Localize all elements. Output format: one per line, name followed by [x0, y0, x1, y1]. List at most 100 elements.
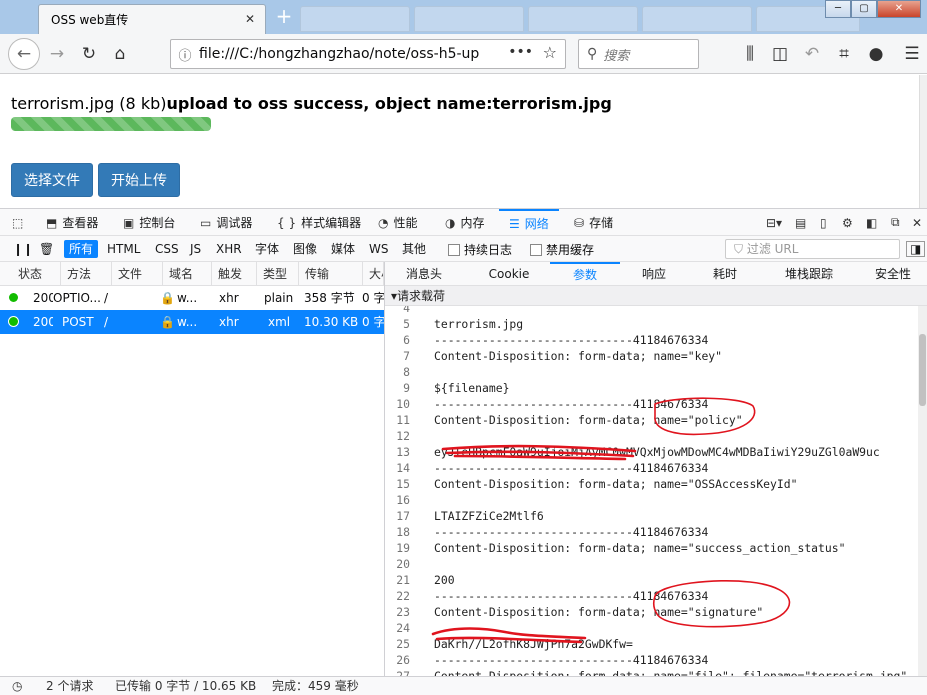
- inspector-icon: ⬒: [46, 215, 58, 230]
- memory-icon: ◑: [445, 215, 456, 230]
- tab-storage[interactable]: ⛁ 存储: [574, 209, 613, 236]
- search-placeholder: 搜索: [603, 48, 630, 64]
- trash-icon[interactable]: 🗑: [34, 240, 59, 258]
- tab-debugger[interactable]: ▭ 调试器: [200, 209, 252, 236]
- close-tab-icon[interactable]: ✕: [245, 12, 255, 26]
- tab-params[interactable]: 参数: [550, 262, 620, 286]
- storage-icon: ⛁: [574, 215, 585, 230]
- status-dot: [9, 293, 18, 302]
- url-filter-input[interactable]: ⛉ 过滤 URL: [725, 239, 900, 259]
- tab-security[interactable]: 安全性: [865, 262, 921, 286]
- responsive-mode-icon[interactable]: ▯: [820, 209, 832, 236]
- column-domain[interactable]: 域名: [163, 262, 212, 286]
- minimize-icon[interactable]: ─: [825, 0, 851, 18]
- disable-cache-checkbox[interactable]: 禁用缓存: [530, 241, 594, 258]
- forward-icon[interactable]: →: [43, 40, 71, 68]
- lock-icon: 🔒: [160, 315, 174, 329]
- page-content: terrorism.jpg (8 kb)upload to oss succes…: [0, 75, 919, 208]
- checkbox-box[interactable]: [530, 243, 542, 256]
- background-tab[interactable]: [528, 6, 638, 32]
- performance-analysis-icon[interactable]: ◷: [12, 677, 22, 695]
- start-upload-button[interactable]: 开始上传: [98, 163, 180, 197]
- close-devtools-icon[interactable]: ✕: [912, 209, 927, 236]
- page-scrollbar[interactable]: [919, 75, 927, 208]
- filter-html[interactable]: HTML: [102, 240, 145, 258]
- filter-other[interactable]: 其他: [397, 240, 431, 258]
- lock-icon: 🔒: [160, 291, 174, 305]
- request-count: 2 个请求: [46, 679, 94, 693]
- split-console-icon[interactable]: ◧: [866, 209, 882, 236]
- active-tab[interactable]: OSS web直传 ✕: [38, 4, 266, 34]
- library-icon[interactable]: ⫼: [736, 40, 764, 68]
- request-row-selected[interactable]: 200 POST / 🔒 w... xhr xml 10.30 KB 0 字: [0, 310, 384, 334]
- gear-icon[interactable]: ⚙: [842, 209, 858, 236]
- file-info: terrorism.jpg (8 kb): [11, 94, 167, 113]
- filter-xhr[interactable]: XHR: [211, 240, 247, 258]
- tab-console[interactable]: ▣ 控制台: [123, 209, 175, 236]
- performance-icon: ◔: [378, 215, 389, 230]
- tab-title: OSS web直传: [51, 13, 129, 27]
- finish-time: 完成：459 毫秒: [272, 679, 359, 693]
- home-icon[interactable]: ⌂: [106, 40, 134, 68]
- filter-css[interactable]: CSS: [150, 240, 184, 258]
- column-transferred[interactable]: 传输: [299, 262, 363, 286]
- column-type[interactable]: 类型: [257, 262, 299, 286]
- column-method[interactable]: 方法: [61, 262, 112, 286]
- toggle-sidebar-icon[interactable]: ◨: [906, 241, 926, 257]
- filter-fonts[interactable]: 字体: [250, 240, 284, 258]
- background-tab[interactable]: [642, 6, 752, 32]
- column-file[interactable]: 文件: [112, 262, 163, 286]
- payload-section-header[interactable]: ▾请求载荷: [385, 286, 927, 306]
- persist-logs-checkbox[interactable]: 持续日志: [448, 241, 512, 258]
- tab-cookie[interactable]: Cookie: [481, 262, 537, 286]
- tab-network[interactable]: ☰ 网络: [499, 209, 559, 236]
- tab-inspector[interactable]: ⬒ 查看器: [46, 209, 98, 236]
- tab-performance[interactable]: ◔ 性能: [378, 209, 418, 236]
- column-status[interactable]: 状态: [12, 262, 61, 286]
- column-size[interactable]: 大小: [363, 262, 384, 286]
- sidebar-icon[interactable]: ◫: [766, 40, 794, 68]
- filter-media[interactable]: 媒体: [326, 240, 360, 258]
- tab-response[interactable]: 响应: [632, 262, 676, 286]
- filter-images[interactable]: 图像: [288, 240, 322, 258]
- annotation-scribble-signature: [431, 627, 587, 644]
- request-detail-tabs: 消息头 Cookie 参数 响应 耗时 堆栈跟踪 安全性: [385, 262, 927, 286]
- page-actions-icon[interactable]: •••: [508, 44, 533, 60]
- code-scrollbar-thumb[interactable]: [919, 334, 926, 406]
- screenshot-icon[interactable]: ⌗: [830, 40, 858, 68]
- frame-picker-icon[interactable]: ▤: [795, 209, 811, 236]
- site-info-icon[interactable]: ⓘ: [171, 45, 199, 64]
- network-icon: ☰: [509, 216, 520, 231]
- debugger-icon: ▭: [200, 215, 212, 230]
- maximize-icon[interactable]: ▢: [851, 0, 877, 18]
- window-controls: ─ ▢ ✕: [825, 0, 921, 18]
- request-row[interactable]: 200 OPTIO... / 🔒 w... xhr plain 358 字节 0…: [0, 286, 384, 310]
- select-file-button[interactable]: 选择文件: [11, 163, 93, 197]
- checkbox-box[interactable]: [448, 243, 460, 256]
- tab-stack-trace[interactable]: 堆栈跟踪: [774, 262, 844, 286]
- element-picker-icon[interactable]: ⬚: [12, 209, 28, 236]
- menu-icon[interactable]: ☰: [898, 40, 926, 68]
- tab-memory[interactable]: ◑ 内存: [445, 209, 485, 236]
- filter-ws[interactable]: WS: [364, 240, 393, 258]
- undock-icon[interactable]: ⧉: [891, 209, 905, 236]
- background-tab[interactable]: [414, 6, 524, 32]
- chat-icon[interactable]: ●: [862, 40, 890, 68]
- bookmark-star-icon[interactable]: ☆: [543, 43, 557, 62]
- new-tab-icon[interactable]: +: [270, 4, 298, 30]
- tab-headers[interactable]: 消息头: [399, 262, 449, 286]
- background-tab[interactable]: [300, 6, 410, 32]
- back-icon[interactable]: ←: [8, 38, 40, 70]
- reload-icon[interactable]: ↻: [75, 40, 103, 68]
- tab-timings[interactable]: 耗时: [703, 262, 747, 286]
- url-bar[interactable]: ⓘ file:///C:/hongzhangzhao/note/oss-h5-u…: [170, 39, 566, 69]
- tab-style-editor[interactable]: { } 样式编辑器: [277, 209, 361, 236]
- search-input[interactable]: ⚲ 搜索: [578, 39, 699, 69]
- dock-options-icon[interactable]: ⊟▾: [766, 209, 787, 236]
- close-window-icon[interactable]: ✕: [877, 0, 921, 18]
- filter-js[interactable]: JS: [185, 240, 206, 258]
- filter-all[interactable]: 所有: [64, 240, 99, 258]
- upload-progress-bar: [11, 117, 211, 131]
- undo-icon[interactable]: ↶: [798, 40, 826, 68]
- column-cause[interactable]: 触发: [212, 262, 257, 286]
